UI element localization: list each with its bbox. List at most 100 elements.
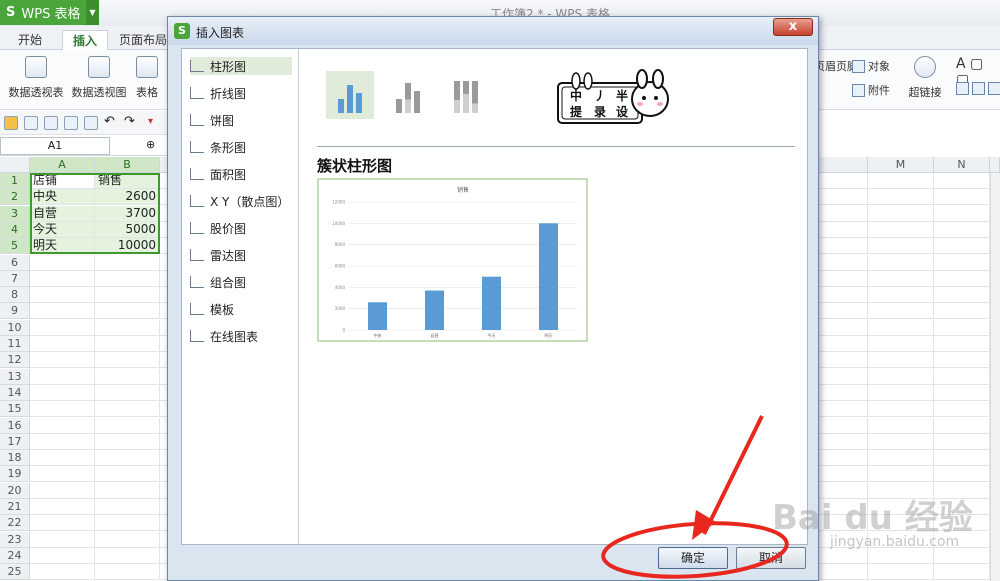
- sheet-cell[interactable]: [30, 401, 95, 418]
- sheet-cell[interactable]: [818, 352, 868, 369]
- row-header[interactable]: 18: [0, 450, 30, 467]
- sheet-cell[interactable]: [30, 450, 95, 467]
- sheet-cell[interactable]: [934, 189, 990, 206]
- row-header[interactable]: 13: [0, 368, 30, 385]
- sheet-cell[interactable]: [934, 270, 990, 287]
- sheet-cell[interactable]: [934, 238, 990, 255]
- sheet-cell[interactable]: [30, 254, 95, 271]
- sheet-cell[interactable]: [30, 368, 95, 385]
- sheet-cell[interactable]: [818, 287, 868, 304]
- percent-stacked-column-thumbnail[interactable]: [442, 71, 490, 119]
- row-header[interactable]: 10: [0, 319, 30, 336]
- sheet-cell[interactable]: [868, 173, 934, 189]
- row-header[interactable]: 9: [0, 303, 30, 320]
- sheet-cell[interactable]: [868, 189, 934, 206]
- sheet-cell[interactable]: [934, 205, 990, 222]
- row-header[interactable]: 16: [0, 417, 30, 434]
- sheet-cell[interactable]: [934, 173, 990, 189]
- sheet-cell[interactable]: [934, 417, 990, 434]
- sheet-cell[interactable]: [868, 303, 934, 320]
- wps-menu-button[interactable]: S WPS 表格: [0, 0, 99, 25]
- sheet-cell[interactable]: [868, 270, 934, 287]
- sheet-cell[interactable]: [30, 564, 95, 581]
- row-header[interactable]: 3: [0, 205, 30, 222]
- sheet-cell[interactable]: [95, 384, 160, 401]
- sheet-cell[interactable]: [818, 450, 868, 467]
- sheet-cell[interactable]: [818, 384, 868, 401]
- row-header[interactable]: 8: [0, 287, 30, 304]
- chart-type-item[interactable]: 股价图: [190, 219, 292, 237]
- sheet-cell[interactable]: [934, 547, 990, 564]
- row-header[interactable]: 19: [0, 466, 30, 483]
- tab-home[interactable]: 开始: [8, 30, 52, 50]
- print-preview-icon[interactable]: [44, 116, 58, 130]
- sheet-cell[interactable]: [868, 450, 934, 467]
- column-header-l[interactable]: [818, 157, 868, 173]
- chart-type-item[interactable]: 饼图: [190, 111, 292, 129]
- sheet-cell[interactable]: [868, 287, 934, 304]
- sheet-cell[interactable]: [868, 564, 934, 581]
- sheet-cell[interactable]: [868, 254, 934, 271]
- sheet-cell[interactable]: [934, 352, 990, 369]
- sheet-cell[interactable]: [95, 254, 160, 271]
- row-header[interactable]: 15: [0, 401, 30, 418]
- row-header[interactable]: 21: [0, 499, 30, 515]
- sheet-cell[interactable]: 中央: [30, 189, 95, 206]
- sheet-cell[interactable]: [95, 499, 160, 515]
- sheet-cell[interactable]: [30, 287, 95, 304]
- sheet-cell[interactable]: [868, 352, 934, 369]
- sheet-cell[interactable]: [818, 221, 868, 238]
- sheet-cell[interactable]: [934, 401, 990, 418]
- sheet-cell[interactable]: [30, 352, 95, 369]
- row-header[interactable]: 11: [0, 336, 30, 352]
- undo-icon[interactable]: ↶: [104, 115, 118, 130]
- save-icon[interactable]: [24, 116, 38, 130]
- sheet-cell[interactable]: [868, 401, 934, 418]
- sheet-cell[interactable]: [818, 564, 868, 581]
- sheet-cell[interactable]: [818, 547, 868, 564]
- sheet-cell[interactable]: [934, 221, 990, 238]
- sheet-cell[interactable]: [30, 303, 95, 320]
- sheet-cell[interactable]: [95, 466, 160, 483]
- sheet-cell[interactable]: [868, 238, 934, 255]
- sheet-cell[interactable]: 店铺: [30, 173, 95, 189]
- name-box[interactable]: A1: [0, 137, 110, 155]
- tab-page-layout[interactable]: 页面布局: [116, 30, 170, 50]
- sheet-cell[interactable]: [934, 450, 990, 467]
- sheet-cell[interactable]: [818, 368, 868, 385]
- format-painter-icon[interactable]: ▾: [148, 116, 162, 130]
- row-header[interactable]: 6: [0, 254, 30, 271]
- sheet-cell[interactable]: [934, 433, 990, 450]
- sheet-cell[interactable]: [30, 384, 95, 401]
- row-header[interactable]: 24: [0, 547, 30, 564]
- table-button[interactable]: 表格: [132, 56, 162, 100]
- chart-type-item[interactable]: 在线图表: [190, 327, 292, 345]
- sheet-cell[interactable]: [30, 515, 95, 532]
- row-header[interactable]: 2: [0, 189, 30, 206]
- sheet-cell[interactable]: [934, 319, 990, 336]
- sheet-cell[interactable]: [30, 466, 95, 483]
- sheet-cell[interactable]: [868, 368, 934, 385]
- sheet-cell[interactable]: [95, 287, 160, 304]
- pivot-chart-button[interactable]: 数据透视图: [70, 56, 128, 100]
- sheet-cell[interactable]: [868, 205, 934, 222]
- sheet-cell[interactable]: [30, 336, 95, 352]
- sheet-cell[interactable]: [868, 384, 934, 401]
- pivot-table-button[interactable]: 数据透视表: [6, 56, 66, 100]
- close-icon[interactable]: x: [773, 18, 813, 36]
- chart-type-item[interactable]: 雷达图: [190, 246, 292, 264]
- sheet-cell[interactable]: [818, 433, 868, 450]
- row-header[interactable]: 14: [0, 384, 30, 401]
- sheet-cell[interactable]: [95, 564, 160, 581]
- sheet-cell[interactable]: [818, 303, 868, 320]
- sheet-cell[interactable]: [95, 401, 160, 418]
- sheet-cell[interactable]: [934, 303, 990, 320]
- sheet-cell[interactable]: [934, 336, 990, 352]
- sheet-cell[interactable]: 3700: [95, 205, 160, 222]
- column-header-b[interactable]: B: [95, 157, 160, 173]
- sheet-cell[interactable]: [868, 433, 934, 450]
- sheet-cell[interactable]: [95, 531, 160, 548]
- sheet-cell[interactable]: [818, 189, 868, 206]
- attachment-button[interactable]: 附件: [852, 82, 890, 98]
- sheet-cell[interactable]: [95, 303, 160, 320]
